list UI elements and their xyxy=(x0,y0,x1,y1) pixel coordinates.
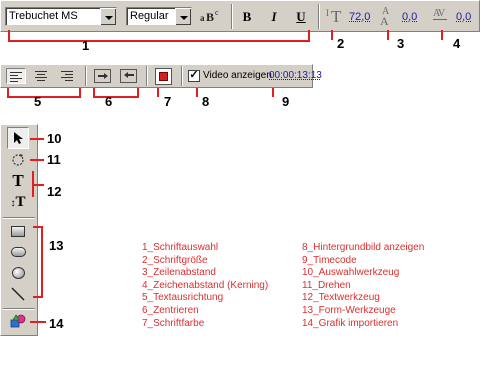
align-left-button[interactable] xyxy=(6,68,26,84)
callout-bracket xyxy=(79,88,81,97)
import-graphic-button[interactable] xyxy=(7,310,29,332)
callout-bracket xyxy=(308,30,310,41)
callout-8: 8 xyxy=(202,94,210,109)
text-t-icon: T xyxy=(12,171,24,190)
legend-item: 4_Zeichenabstand (Kerning) xyxy=(142,279,269,291)
callout-13: 13 xyxy=(49,238,64,253)
callout-line xyxy=(272,88,274,97)
video-checkbox-label: Video anzeigen xyxy=(203,70,272,81)
callout-line xyxy=(30,321,46,323)
bold-button[interactable]: B xyxy=(236,6,258,28)
callout-bracket xyxy=(7,96,81,98)
legend-item: 3_Zeilenabstand xyxy=(142,267,216,279)
ellipse-tool-button[interactable] xyxy=(7,262,29,284)
align-center-button[interactable] xyxy=(32,68,52,84)
callout-line xyxy=(331,30,333,40)
toolbar-divider xyxy=(146,66,148,86)
vertical-text-icon: ↕T xyxy=(10,193,26,210)
kerning-value[interactable]: 0,0 xyxy=(456,11,471,23)
callout-7: 7 xyxy=(164,94,172,109)
callout-bracket xyxy=(32,184,44,186)
callout-bracket xyxy=(93,96,139,98)
rotate-tool-button[interactable] xyxy=(7,149,29,171)
text-tool-button[interactable]: T xyxy=(7,170,29,192)
rounded-rectangle-icon xyxy=(10,247,26,257)
callout-2: 2 xyxy=(337,36,345,51)
font-family-select[interactable]: Trebuchet MS xyxy=(5,7,117,26)
selection-tool-button[interactable] xyxy=(7,127,29,149)
legend-left: 1_Schriftauswahl 2_Schriftgröße 3_Zeilen… xyxy=(142,242,268,330)
callout-line xyxy=(30,138,44,140)
legend-item: 8_Hintergrundbild anzeigen xyxy=(302,242,425,253)
callout-bracket xyxy=(137,88,139,97)
legend-item: 2_Schriftgröße xyxy=(142,254,208,266)
font-family-value: Trebuchet MS xyxy=(9,10,78,22)
callout-bracket xyxy=(33,296,43,298)
callout-line xyxy=(441,30,443,40)
legend-item: 12_Textwerkzeug xyxy=(302,292,380,304)
rectangle-tool-button[interactable] xyxy=(7,220,29,242)
line-spacing-icon: A A xyxy=(380,6,390,28)
callout-6: 6 xyxy=(105,94,113,109)
toolbar-divider xyxy=(231,4,233,29)
callout-11: 11 xyxy=(47,152,61,167)
callout-line xyxy=(157,88,159,97)
font-color-button[interactable] xyxy=(155,68,172,85)
small-caps-icon[interactable]: a B c xyxy=(200,8,224,25)
arrow-pointer-icon xyxy=(14,132,23,144)
legend-item: 13_Form-Werkzeuge xyxy=(302,304,396,316)
line-icon xyxy=(11,287,25,301)
line-tool-button[interactable] xyxy=(7,283,29,305)
callout-12: 12 xyxy=(47,184,62,199)
kerning-icon: AV xyxy=(433,8,447,20)
toolbar-divider xyxy=(85,66,87,86)
legend-item: 14_Grafik importieren xyxy=(302,317,399,329)
ellipse-icon xyxy=(11,267,25,279)
callout-bracket xyxy=(41,226,43,298)
callout-bracket xyxy=(8,40,310,42)
align-right-button[interactable] xyxy=(58,68,78,84)
timecode-value[interactable]: 00:00:13:13 xyxy=(269,70,322,81)
legend-item: 6_Zentrieren xyxy=(142,304,199,316)
italic-button[interactable]: I xyxy=(263,6,285,28)
legend-item: 7_Schriftfarbe xyxy=(142,317,205,329)
rectangle-icon xyxy=(11,225,25,237)
legend-item: 10_Auswahlwerkzeug xyxy=(302,267,400,279)
toolbar-divider xyxy=(318,4,320,29)
font-size-value[interactable]: 72,0 xyxy=(349,11,370,23)
callout-5: 5 xyxy=(34,94,42,109)
callout-9: 9 xyxy=(282,94,290,109)
toolbar-divider xyxy=(181,66,183,86)
toolbox-divider xyxy=(3,217,35,219)
legend-item: 1_Schriftauswahl xyxy=(142,242,219,253)
callout-1: 1 xyxy=(82,38,90,53)
font-style-value: Regular xyxy=(130,10,169,22)
chevron-down-icon xyxy=(175,8,191,25)
chevron-down-icon xyxy=(100,8,116,25)
font-style-select[interactable]: Regular xyxy=(126,7,192,26)
callout-line xyxy=(387,30,389,40)
callout-10: 10 xyxy=(47,131,62,146)
callout-14: 14 xyxy=(49,316,64,331)
line-spacing-value[interactable]: 0,0 xyxy=(402,11,417,23)
legend-item: 5_Textausrichtung xyxy=(142,292,224,304)
legend-item: 11_Drehen xyxy=(302,279,351,291)
center-vertical-button[interactable] xyxy=(120,69,137,83)
center-horizontal-button[interactable] xyxy=(94,69,111,83)
callout-3: 3 xyxy=(397,36,405,51)
callout-line xyxy=(30,159,44,161)
callout-line xyxy=(196,88,198,97)
legend-right: 8_Hintergrundbild anzeigen 9_Timecode 10… xyxy=(302,242,424,330)
callout-4: 4 xyxy=(453,36,461,51)
import-graphic-icon xyxy=(10,314,26,328)
rotate-icon xyxy=(12,154,24,166)
underline-button[interactable]: U xyxy=(290,6,312,28)
video-checkbox[interactable]: ✓ xyxy=(188,70,200,82)
vertical-text-tool-button[interactable]: ↕T xyxy=(7,191,29,213)
rounded-rectangle-tool-button[interactable] xyxy=(7,241,29,263)
legend-item: 9_Timecode xyxy=(302,254,357,266)
